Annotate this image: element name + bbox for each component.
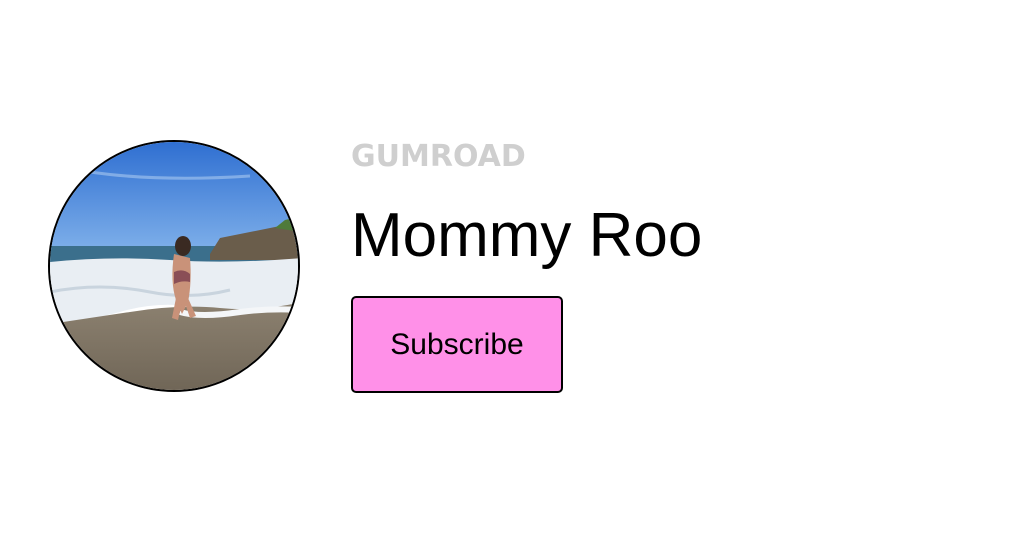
creator-name: Mommy Roo bbox=[351, 201, 703, 270]
creator-avatar bbox=[48, 140, 300, 392]
subscribe-button[interactable]: Subscribe bbox=[351, 296, 563, 393]
subscribe-button-label: Subscribe bbox=[390, 327, 524, 361]
gumroad-logo[interactable]: GUMROAD bbox=[351, 138, 702, 176]
avatar-photo-beach bbox=[50, 142, 298, 390]
profile-info: GUMROAD Mommy Roo Subscribe bbox=[351, 138, 702, 393]
